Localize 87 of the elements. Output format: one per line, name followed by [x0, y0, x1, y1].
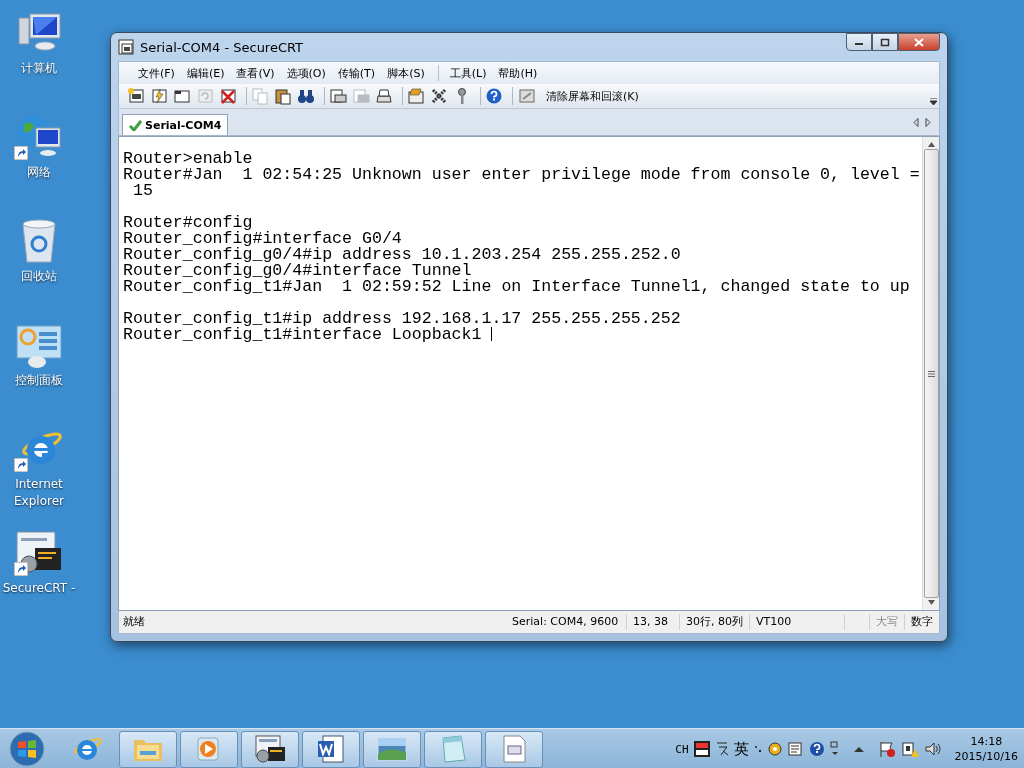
terminal-line: Router>enable — [123, 151, 253, 167]
terminal-line: 15 — [131, 183, 153, 199]
app-icon — [118, 39, 134, 55]
shortcut-arrow-icon — [14, 458, 28, 472]
desktop-icon-label[interactable]: 回收站 — [21, 268, 57, 285]
menu-item[interactable]: 工具(L) — [444, 65, 492, 81]
menu-item[interactable]: 查看(V) — [231, 65, 280, 81]
clear-screen-button[interactable]: 清除屏幕和回滚(K) — [517, 88, 641, 104]
speaker-icon[interactable] — [923, 740, 942, 758]
windows-logo-icon — [8, 731, 46, 767]
image-icon — [376, 734, 408, 764]
desktop-icon-label[interactable]: 网络 — [27, 164, 51, 181]
handwriting-icon[interactable] — [714, 741, 729, 757]
options-icon[interactable] — [407, 87, 425, 105]
show-hidden-icons-icon[interactable] — [852, 745, 865, 753]
paste-icon[interactable] — [274, 87, 292, 105]
window-icon[interactable] — [173, 87, 191, 105]
disconnect-icon[interactable] — [219, 87, 237, 105]
toolbar-overflow-icon[interactable] — [930, 98, 937, 106]
network-status-icon[interactable] — [900, 740, 919, 758]
maximize-icon — [880, 37, 890, 47]
shortcut-arrow-icon — [14, 146, 28, 160]
menu-item[interactable]: 文件(F) — [133, 65, 180, 81]
minimize-button[interactable] — [846, 33, 872, 51]
ime-mode-indicator[interactable]: 英 — [733, 739, 749, 759]
menu-item[interactable]: 传输(T) — [332, 65, 381, 81]
clock-date[interactable]: 2015/10/16 — [954, 749, 1018, 764]
lightning-icon[interactable] — [150, 87, 168, 105]
shortcut-arrow-icon — [14, 562, 28, 576]
menu-item[interactable]: 帮助(H) — [493, 65, 543, 81]
terminal-emulation: VT100 — [749, 614, 844, 630]
tab-right-icon[interactable] — [925, 117, 931, 127]
terminal-line: Router_config_g0/4#ip address 10.1.203.254 255.255.252.0 — [123, 247, 681, 263]
status-message: 就绪 — [122, 614, 146, 630]
menu-item[interactable]: 选项(O) — [281, 65, 331, 81]
maximize-button[interactable] — [872, 33, 898, 51]
taskbar-button[interactable] — [302, 730, 360, 768]
tools-icon[interactable] — [430, 87, 448, 105]
grip-icon — [927, 370, 935, 377]
help-icon[interactable] — [808, 741, 825, 757]
control-panel-icon — [15, 324, 63, 368]
printer-icon[interactable] — [375, 87, 393, 105]
desktop-icon-label[interactable]: SecureCRT - — [2, 580, 76, 597]
terminal-line: Router_config_t1#ip address 192.168.1.17 255.255.255.252 — [123, 311, 681, 327]
settings-icon[interactable] — [766, 741, 783, 757]
num-lock-indicator: 数字 — [904, 614, 939, 630]
terminal-line: Router#config — [123, 215, 253, 231]
flag-icon[interactable] — [877, 740, 896, 758]
terminal-line: Router#Jan 1 02:54:25 Unknown user enter privilege mode from console 0, level = — [123, 167, 920, 183]
terminal-line: Router_config#interface G0/4 — [123, 231, 402, 247]
taskbar-button[interactable] — [241, 730, 299, 768]
scroll-up-icon[interactable] — [927, 142, 935, 147]
clock-time[interactable]: 14:18 — [970, 734, 1003, 749]
desktop-icon-label[interactable]: 计算机 — [21, 60, 57, 77]
desktop-icon-label[interactable]: 控制面板 — [15, 372, 63, 389]
desktop-icon-label[interactable]: Internet Explorer — [9, 476, 69, 510]
options-arrow-icon[interactable] — [829, 741, 840, 757]
window-title: Serial-COM4 - SecureCRT — [140, 39, 304, 55]
terminal-line: Router_config_g0/4#interface Tunnel — [123, 263, 472, 279]
tab-left-icon[interactable] — [913, 117, 919, 127]
print-preview-icon[interactable] — [329, 87, 347, 105]
cursor-position: 13, 38 — [626, 614, 679, 630]
menu-item[interactable]: 脚本(S) — [382, 65, 430, 81]
connect-icon[interactable] — [127, 87, 145, 105]
scroll-down-icon[interactable] — [927, 600, 935, 605]
help-icon[interactable] — [485, 87, 503, 105]
start-button[interactable] — [6, 731, 48, 767]
ime-icon[interactable] — [693, 741, 710, 757]
punctuation-icon[interactable] — [753, 744, 762, 754]
clear-screen-icon — [519, 88, 535, 104]
binoculars-icon[interactable] — [297, 87, 315, 105]
menu-item[interactable]: 编辑(E) — [181, 65, 230, 81]
terminal-app-icon — [254, 734, 286, 764]
terminal-line: Router_config_t1#interface Loopback1 — [123, 327, 493, 343]
keyboard-icon[interactable] — [787, 741, 804, 757]
terminal-screen[interactable] — [118, 136, 940, 611]
terminal-line: Router_config_t1#Jan 1 02:59:52 Line on Interface Tunnel1, changed state to up — [123, 279, 910, 295]
terminal-size: 30行, 80列 — [679, 614, 749, 630]
close-icon — [914, 37, 924, 47]
language-indicator[interactable]: CH — [675, 742, 689, 756]
terminal-app-icon — [15, 530, 63, 576]
caps-lock-indicator: 大写 — [869, 614, 904, 630]
document-icon — [315, 734, 347, 764]
session-tab[interactable]: Serial-COM4 — [122, 114, 229, 135]
connection-status: Serial: COM4, 9600 — [511, 614, 620, 630]
recycle-bin-icon — [19, 218, 59, 264]
close-button[interactable] — [898, 33, 940, 51]
